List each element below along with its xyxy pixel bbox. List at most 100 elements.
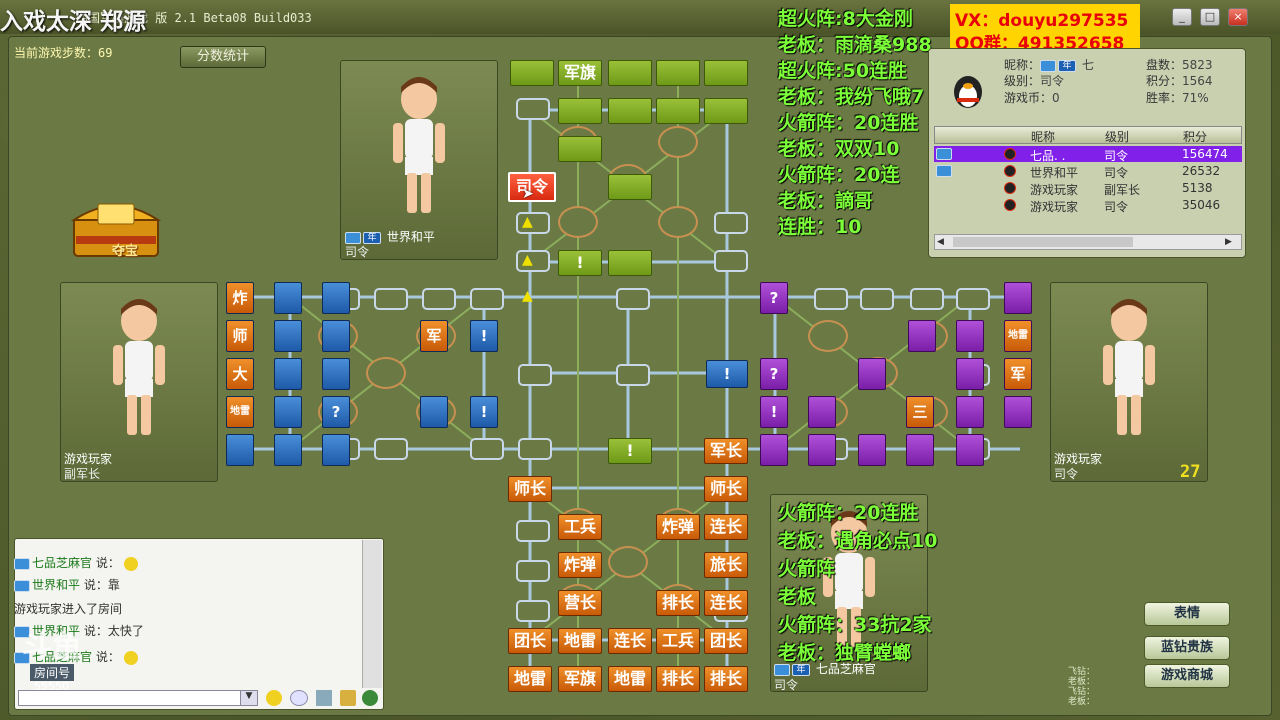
green-piece[interactable] xyxy=(608,174,652,200)
purple-piece[interactable]: ? xyxy=(760,358,788,390)
send-icon[interactable] xyxy=(362,690,378,706)
board-node[interactable] xyxy=(714,212,748,234)
purple-piece[interactable] xyxy=(956,358,984,390)
blue-piece[interactable] xyxy=(274,320,302,352)
purple-piece[interactable]: ! xyxy=(760,396,788,428)
orange-piece[interactable]: 团长 xyxy=(704,628,748,654)
purple-piece[interactable] xyxy=(808,396,836,428)
orange-piece[interactable]: 地雷 xyxy=(558,628,602,654)
purple-piece[interactable] xyxy=(858,434,886,466)
blue-piece[interactable] xyxy=(420,396,448,428)
board-node[interactable] xyxy=(714,250,748,272)
bubble-icon[interactable] xyxy=(290,690,308,706)
blue-piece[interactable] xyxy=(274,282,302,314)
green-piece[interactable] xyxy=(558,98,602,124)
board-node[interactable] xyxy=(910,288,944,310)
green-piece[interactable] xyxy=(558,136,602,162)
orange-piece[interactable]: 排长 xyxy=(656,666,700,692)
orange-piece[interactable]: 营长 xyxy=(558,590,602,616)
purple-piece[interactable]: 三 xyxy=(906,396,934,428)
board-node[interactable] xyxy=(374,438,408,460)
orange-piece[interactable]: 军旗 xyxy=(558,666,602,692)
green-piece[interactable] xyxy=(608,250,652,276)
orange-piece[interactable]: 军长 xyxy=(704,438,748,464)
orange-piece[interactable]: 团长 xyxy=(508,628,552,654)
camp-node[interactable] xyxy=(658,126,698,158)
blue-piece[interactable] xyxy=(274,396,302,428)
purple-piece[interactable]: 地雷 xyxy=(1004,320,1032,352)
board-node[interactable] xyxy=(616,288,650,310)
blue-piece[interactable]: ? xyxy=(322,396,350,428)
sound-icon[interactable] xyxy=(316,690,332,706)
emotion-button[interactable]: 表情 xyxy=(1144,602,1230,626)
diamond-vip-button[interactable]: 蓝钻贵族 xyxy=(1144,636,1230,660)
orange-piece[interactable]: 炸弹 xyxy=(656,514,700,540)
camp-node[interactable] xyxy=(658,206,698,238)
settings-icon[interactable] xyxy=(340,690,356,706)
board-node[interactable] xyxy=(956,288,990,310)
green-piece[interactable] xyxy=(608,98,652,124)
scroll-thumb[interactable] xyxy=(953,237,1133,247)
blue-piece[interactable] xyxy=(226,434,254,466)
camp-node[interactable] xyxy=(366,357,406,389)
board-node[interactable] xyxy=(616,364,650,386)
purple-piece[interactable] xyxy=(906,434,934,466)
chat-sender[interactable]: 七品芝麻官 xyxy=(32,556,92,570)
chat-sender[interactable]: 世界和平 xyxy=(32,578,80,592)
blue-piece[interactable]: 军 xyxy=(420,320,448,352)
chat-input[interactable] xyxy=(18,690,258,706)
purple-piece[interactable]: 军 xyxy=(1004,358,1032,390)
chat-dropdown-icon[interactable]: ▼ xyxy=(240,690,258,706)
board-node[interactable] xyxy=(814,288,848,310)
green-piece[interactable] xyxy=(704,60,748,86)
purple-piece[interactable] xyxy=(956,320,984,352)
board-node[interactable] xyxy=(422,288,456,310)
orange-piece[interactable]: 工兵 xyxy=(558,514,602,540)
green-center-piece[interactable]: ! xyxy=(608,438,652,464)
orange-piece[interactable]: 师长 xyxy=(704,476,748,502)
board-node[interactable] xyxy=(518,364,552,386)
purple-piece[interactable] xyxy=(808,434,836,466)
purple-piece[interactable] xyxy=(908,320,936,352)
blue-piece[interactable]: 地雷 xyxy=(226,396,254,428)
blue-piece[interactable]: 炸 xyxy=(226,282,254,314)
board-node[interactable] xyxy=(516,560,550,582)
purple-piece[interactable] xyxy=(760,434,788,466)
board-node[interactable] xyxy=(860,288,894,310)
board-node[interactable] xyxy=(516,520,550,542)
blue-piece[interactable] xyxy=(322,434,350,466)
scroll-left-icon[interactable]: ◀ xyxy=(937,237,949,247)
orange-piece[interactable]: 工兵 xyxy=(656,628,700,654)
board-node[interactable] xyxy=(516,600,550,622)
board-node[interactable] xyxy=(518,438,552,460)
orange-piece[interactable]: 排长 xyxy=(656,590,700,616)
camp-node[interactable] xyxy=(558,206,598,238)
camp-node[interactable] xyxy=(808,320,848,352)
green-piece[interactable]: ! xyxy=(558,250,602,276)
header-nickname[interactable]: 昵称 xyxy=(1031,128,1055,145)
player-list-scrollbar[interactable]: ◀ ▶ xyxy=(934,234,1242,250)
blue-center-piece[interactable]: ! xyxy=(706,360,748,388)
green-piece[interactable] xyxy=(656,60,700,86)
orange-piece[interactable]: 旅长 xyxy=(704,552,748,578)
purple-piece[interactable] xyxy=(956,434,984,466)
orange-piece[interactable]: 地雷 xyxy=(508,666,552,692)
chat-scrollbar[interactable] xyxy=(362,540,382,688)
blue-piece[interactable] xyxy=(322,320,350,352)
blue-piece[interactable] xyxy=(274,434,302,466)
blue-piece[interactable]: 师 xyxy=(226,320,254,352)
board-node[interactable] xyxy=(516,98,550,120)
board-node[interactable] xyxy=(374,288,408,310)
orange-piece[interactable]: 师长 xyxy=(508,476,552,502)
purple-piece[interactable] xyxy=(1004,282,1032,314)
emoji-icon[interactable] xyxy=(266,690,282,706)
orange-piece[interactable]: 连长 xyxy=(704,514,748,540)
green-piece[interactable]: 军旗 xyxy=(558,60,602,86)
purple-piece[interactable] xyxy=(858,358,886,390)
player-list-row[interactable]: 世界和平 司令 26532 xyxy=(934,163,1242,180)
player-list-row[interactable]: 七品. . 司令 156474 xyxy=(934,146,1242,163)
board-node[interactable] xyxy=(470,288,504,310)
orange-piece[interactable]: 地雷 xyxy=(608,666,652,692)
green-piece[interactable] xyxy=(510,60,554,86)
blue-piece[interactable]: ! xyxy=(470,320,498,352)
